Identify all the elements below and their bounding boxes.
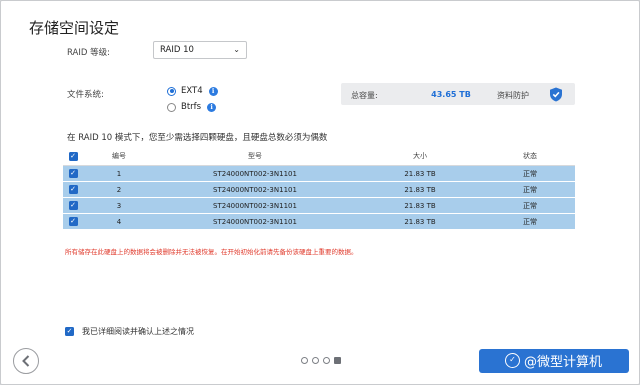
- raid-level-select[interactable]: RAID 10 ⌄: [153, 41, 247, 59]
- cell-model: ST24000NT002-3N1101: [213, 201, 297, 210]
- chevron-down-icon: ⌄: [233, 45, 240, 54]
- header-model: 型号: [248, 152, 262, 160]
- protection-label: 资料防护: [497, 91, 529, 100]
- filesystem-option-btrfs[interactable]: Btrfs i: [167, 102, 217, 112]
- cell-model: ST24000NT002-3N1101: [213, 185, 297, 194]
- cell-number: 4: [116, 217, 122, 226]
- shield-icon: [550, 87, 562, 102]
- table-row[interactable]: ✓ 2 ST24000NT002-3N1101 21.83 TB 正常: [63, 182, 575, 198]
- row-checkbox[interactable]: ✓: [68, 217, 78, 226]
- step-dot-current: [334, 357, 341, 364]
- cell-number: 3: [116, 201, 122, 210]
- disk-table: ✓ 编号 型号 大小 状态 ✓ 1 ST24000NT002-3N1101 21…: [63, 147, 575, 230]
- info-icon[interactable]: i: [207, 102, 217, 112]
- table-row[interactable]: ✓ 1 ST24000NT002-3N1101 21.83 TB 正常: [63, 166, 575, 182]
- acknowledge-checkbox-row[interactable]: ✓ 我已详细阅读并确认上述之情况: [65, 326, 194, 337]
- page-title: 存储空间设定: [29, 19, 120, 37]
- watermark: ✓ @微型计算机: [505, 351, 602, 370]
- chevron-left-icon: [22, 355, 30, 367]
- filesystem-label: 文件系统:: [67, 90, 104, 100]
- acknowledge-label: 我已详细阅读并确认上述之情况: [82, 327, 194, 336]
- header-size: 大小: [413, 152, 427, 160]
- cell-size: 21.83 TB: [404, 169, 436, 178]
- cell-status: 正常: [523, 169, 537, 178]
- raid-level-label: RAID 等级:: [67, 48, 110, 58]
- step-indicator: [301, 357, 341, 364]
- table-row[interactable]: ✓ 3 ST24000NT002-3N1101 21.83 TB 正常: [63, 198, 575, 214]
- watermark-text: @微型计算机: [524, 355, 603, 370]
- cell-size: 21.83 TB: [404, 217, 436, 226]
- row-checkbox[interactable]: ✓: [68, 169, 78, 178]
- raid-level-value: RAID 10: [160, 45, 194, 55]
- row-checkbox[interactable]: ✓: [68, 201, 78, 210]
- radio-ext4[interactable]: [167, 86, 176, 96]
- data-loss-warning: 所有储存在此硬盘上的数据将会被删除并无法被恢复。在开始初始化前请先备份该硬盘上重…: [65, 248, 358, 256]
- cell-status: 正常: [523, 217, 537, 226]
- info-icon[interactable]: i: [208, 86, 218, 96]
- step-dot: [323, 357, 330, 364]
- cell-status: 正常: [523, 201, 537, 210]
- table-row[interactable]: ✓ 4 ST24000NT002-3N1101 21.83 TB 正常: [63, 214, 575, 230]
- select-all-checkbox[interactable]: ✓: [68, 151, 78, 161]
- cell-number: 2: [116, 185, 122, 194]
- radio-btrfs[interactable]: [167, 102, 176, 112]
- back-button[interactable]: [13, 348, 39, 374]
- cell-status: 正常: [523, 185, 537, 194]
- capacity-label: 总容量:: [351, 91, 378, 100]
- cell-model: ST24000NT002-3N1101: [213, 217, 297, 226]
- filesystem-option-label: Btrfs: [181, 102, 202, 112]
- cell-size: 21.83 TB: [404, 201, 436, 210]
- filesystem-option-label: EXT4: [181, 86, 203, 96]
- header-status: 状态: [523, 152, 537, 160]
- filesystem-option-ext4[interactable]: EXT4 i: [167, 86, 218, 96]
- row-checkbox[interactable]: ✓: [68, 185, 78, 194]
- cell-size: 21.83 TB: [404, 185, 436, 194]
- raid-requirement-note: 在 RAID 10 模式下，您至少需选择四颗硬盘，且硬盘总数必须为偶数: [67, 133, 328, 143]
- acknowledge-checkbox[interactable]: ✓: [65, 327, 74, 336]
- header-number: 编号: [112, 152, 126, 160]
- capacity-value: 43.65 TB: [431, 90, 471, 99]
- table-header: ✓ 编号 型号 大小 状态: [63, 147, 575, 166]
- capacity-summary: 总容量: 43.65 TB 资料防护: [341, 83, 575, 105]
- watermark-logo-icon: ✓: [505, 353, 520, 368]
- step-dot: [312, 357, 319, 364]
- storage-setup-panel: 存储空间设定 RAID 等级: RAID 10 ⌄ 文件系统: EXT4 i B…: [0, 0, 640, 385]
- cell-number: 1: [116, 169, 122, 178]
- cell-model: ST24000NT002-3N1101: [213, 169, 297, 178]
- step-dot: [301, 357, 308, 364]
